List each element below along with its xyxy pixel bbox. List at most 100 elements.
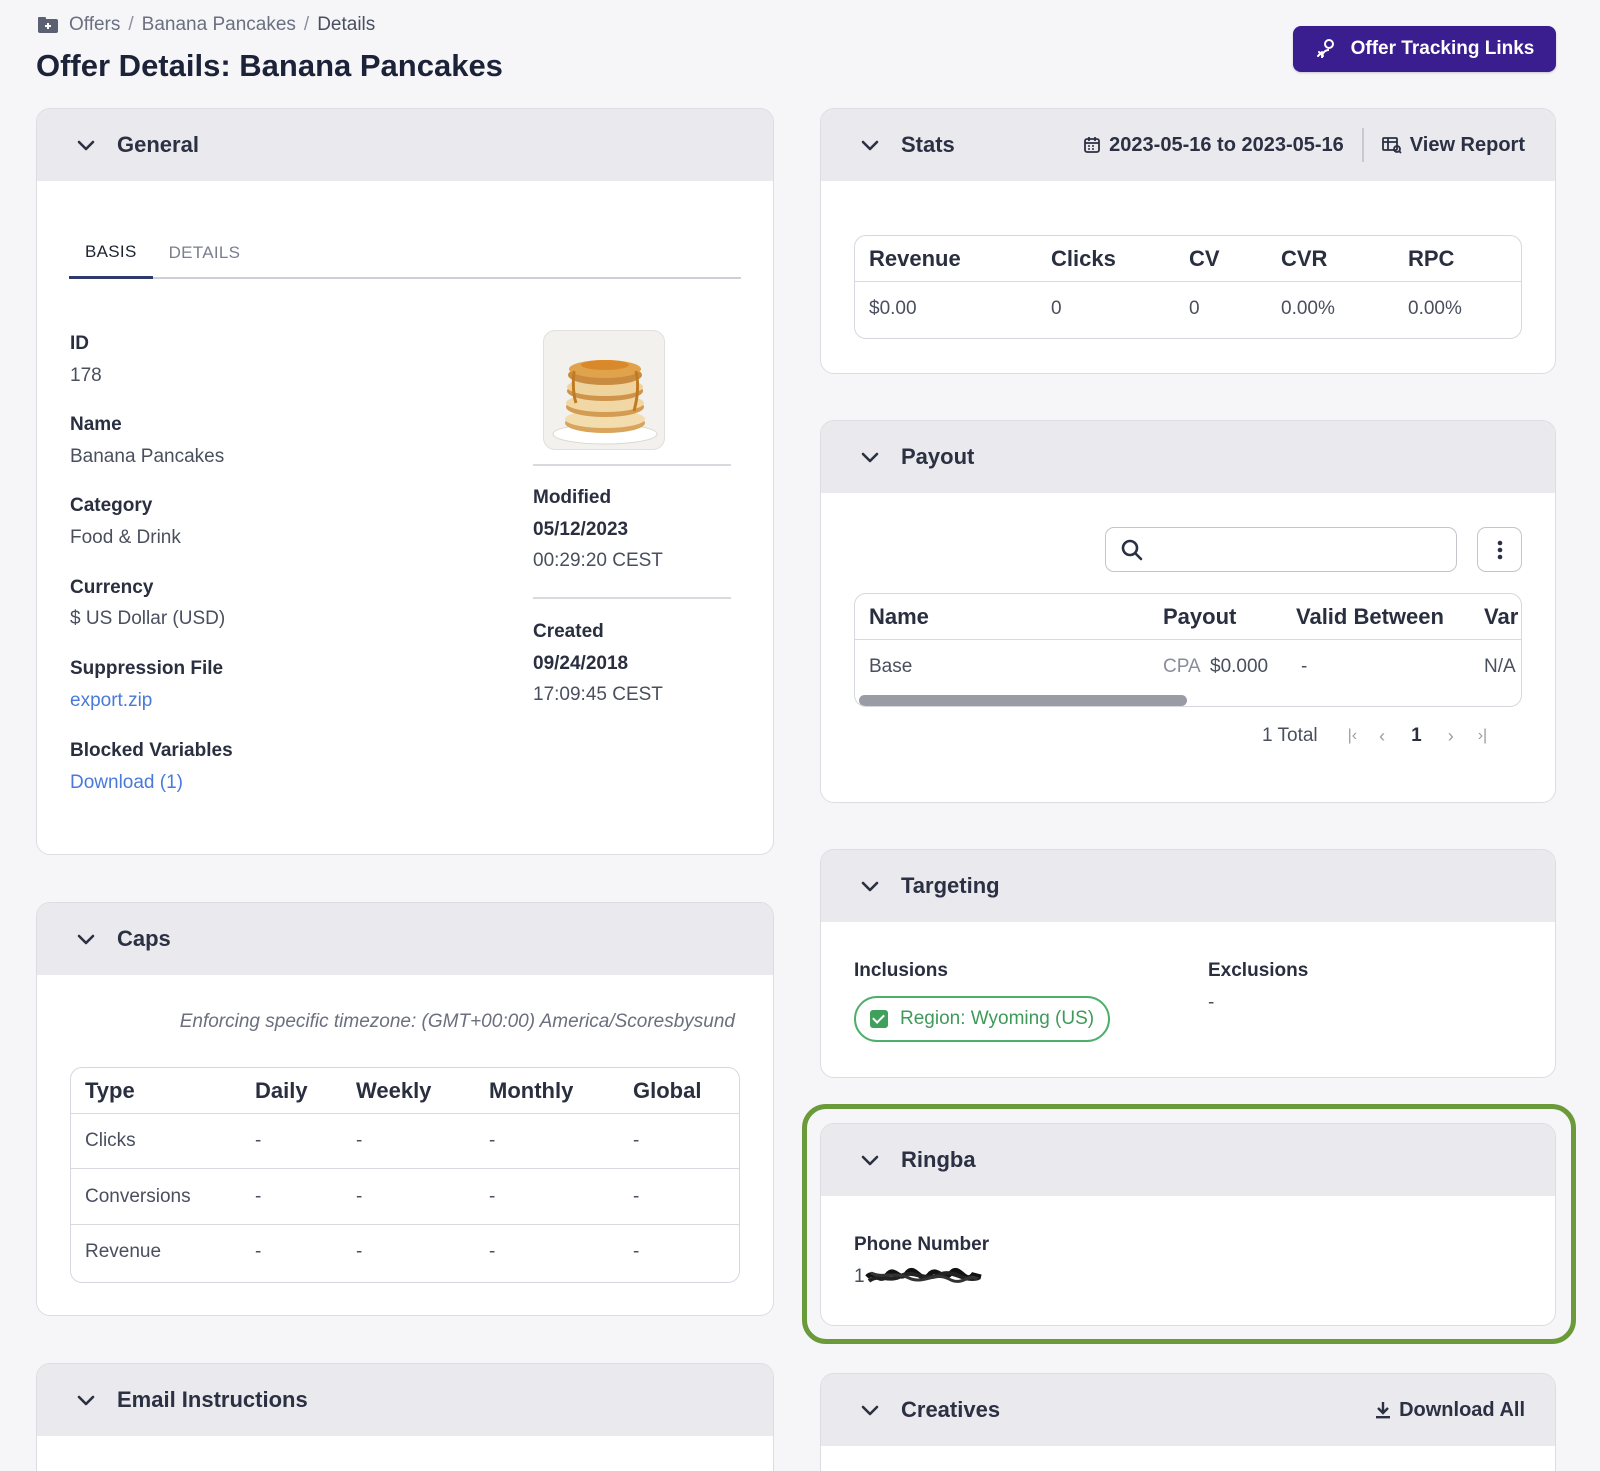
caps-header-monthly: Monthly: [489, 1078, 574, 1103]
general-card-header[interactable]: General: [37, 109, 773, 181]
breadcrumb: Offers / Banana Pancakes / Details: [37, 12, 375, 38]
created-time: 17:09:45 CEST: [533, 684, 663, 705]
chevron-down-icon: [77, 140, 95, 151]
general-tabs: BASIS DETAILS: [69, 227, 741, 279]
email-instructions-card-title: Email Instructions: [117, 1387, 308, 1412]
first-page-icon[interactable]: |‹: [1348, 727, 1357, 745]
tab-details[interactable]: DETAILS: [153, 227, 257, 279]
breadcrumb-separator: /: [128, 14, 134, 35]
breadcrumb-offers[interactable]: Offers: [69, 14, 120, 36]
stats-value-revenue: $0.00: [869, 298, 917, 319]
divider: [71, 1224, 739, 1225]
payout-table-scrollbar[interactable]: [859, 695, 1187, 706]
divider: [71, 1168, 739, 1169]
payout-row-valid: -: [1301, 656, 1308, 677]
payout-table: Name Payout Valid Between Var Base CPA $…: [854, 593, 1522, 707]
suppression-file-link[interactable]: export.zip: [70, 690, 152, 712]
targeting-card-header[interactable]: Targeting: [821, 850, 1555, 922]
view-report-button[interactable]: View Report: [1381, 134, 1525, 157]
link-user-icon: [1316, 39, 1334, 59]
offer-tracking-links-button[interactable]: Offer Tracking Links: [1293, 26, 1556, 72]
name-value: Banana Pancakes: [70, 446, 225, 467]
chevron-down-icon: [861, 140, 879, 151]
creatives-card-header[interactable]: Creatives Download All: [821, 1374, 1555, 1446]
pancake-stack-image: [552, 360, 658, 445]
caps-card-title: Caps: [117, 926, 171, 951]
stats-date-range[interactable]: 2023-05-16 to 2023-05-16: [1083, 134, 1344, 157]
exclusions-value: -: [1208, 992, 1215, 1013]
payout-search-input[interactable]: [1105, 527, 1457, 572]
caps-cell: -: [489, 1241, 496, 1262]
name-label: Name: [70, 414, 122, 435]
blocked-variables-download-link[interactable]: Download (1): [70, 772, 183, 794]
created-label: Created: [533, 621, 604, 642]
offers-folder-icon: [38, 17, 58, 33]
current-page[interactable]: 1: [1411, 725, 1422, 747]
payout-header-valid-between: Valid Between: [1296, 604, 1444, 629]
report-table-icon: [1381, 137, 1402, 154]
category-label: Category: [70, 495, 153, 516]
redacted-scribble-icon: [864, 1268, 982, 1283]
stats-card-header[interactable]: Stats 2023-05-16 to 2023-05-16 View Repo…: [821, 109, 1555, 181]
chevron-down-icon: [861, 881, 879, 892]
payout-row-type: CPA: [1163, 656, 1201, 677]
creatives-card-title: Creatives: [901, 1397, 1001, 1422]
breadcrumb-banana-pancakes[interactable]: Banana Pancakes: [142, 14, 296, 36]
stats-value-clicks: 0: [1051, 298, 1062, 319]
caps-cell: -: [489, 1130, 496, 1151]
modified-label: Modified: [533, 487, 612, 508]
tab-basis[interactable]: BASIS: [69, 227, 153, 279]
divider: [1361, 128, 1364, 162]
caps-card: Caps Enforcing specific timezone: (GMT+0…: [36, 902, 774, 1316]
targeting-card: Targeting Inclusions Region: Wyoming (US…: [820, 849, 1556, 1078]
payout-header-var: Var: [1484, 604, 1519, 629]
caps-header-global: Global: [633, 1078, 702, 1103]
download-icon: [1376, 1402, 1391, 1419]
blocked-variables-label: Blocked Variables: [70, 740, 233, 761]
caps-cell: -: [255, 1241, 262, 1262]
timezone-note: Enforcing specific timezone: (GMT+00:00)…: [179, 1011, 735, 1032]
download-all-label: Download All: [1399, 1398, 1525, 1421]
check-icon: [870, 1010, 888, 1028]
general-card: General BASIS DETAILS ID 178 Name Banana…: [36, 108, 774, 855]
divider: [533, 597, 731, 599]
stats-card-title: Stats: [901, 132, 955, 157]
divider: [855, 281, 1521, 282]
caps-cell: -: [633, 1241, 640, 1262]
category-value: Food & Drink: [70, 527, 181, 548]
payout-card: Payout Name Payout Valid Between Var Bas…: [820, 420, 1556, 803]
breadcrumb-details: Details: [317, 14, 376, 35]
stats-value-cv: 0: [1189, 298, 1200, 319]
chevron-down-icon: [861, 452, 879, 463]
caps-card-header[interactable]: Caps: [37, 903, 773, 975]
caps-cell: -: [633, 1130, 640, 1151]
offer-thumbnail: [543, 330, 665, 450]
stats-table: Revenue Clicks CV CVR RPC $0.00 0 0 0.00…: [854, 235, 1522, 339]
caps-cell: -: [356, 1186, 363, 1207]
prev-page-icon[interactable]: ‹: [1379, 726, 1385, 747]
inclusion-region-pill[interactable]: Region: Wyoming (US): [854, 996, 1111, 1042]
caps-cell: -: [633, 1186, 640, 1207]
caps-header-type: Type: [85, 1078, 135, 1103]
payout-more-options-button[interactable]: [1477, 527, 1522, 572]
kebab-menu-icon: [1497, 540, 1502, 559]
download-all-button[interactable]: Download All: [1375, 1399, 1555, 1422]
last-page-icon[interactable]: ›|: [1478, 727, 1487, 745]
payout-card-header[interactable]: Payout: [821, 421, 1555, 493]
stats-card: Stats 2023-05-16 to 2023-05-16 View Repo…: [820, 108, 1556, 374]
stats-header-rpc: RPC: [1408, 246, 1455, 271]
divider: [533, 464, 731, 466]
stats-date-range-label: 2023-05-16 to 2023-05-16: [1109, 133, 1344, 156]
payout-row-name: Base: [869, 656, 913, 677]
caps-header-weekly: Weekly: [356, 1078, 432, 1103]
modified-date: 05/12/2023: [533, 519, 629, 540]
ringba-card: Ringba Phone Number 1: [820, 1123, 1556, 1326]
ringba-card-header[interactable]: Ringba: [821, 1124, 1555, 1196]
currency-value: $ US Dollar (USD): [70, 608, 226, 629]
caps-header-daily: Daily: [255, 1078, 308, 1103]
next-page-icon[interactable]: ›: [1448, 726, 1454, 747]
caps-cell: -: [356, 1241, 363, 1262]
stats-header-cvr: CVR: [1281, 246, 1328, 271]
payout-header-payout: Payout: [1163, 604, 1237, 629]
email-instructions-card-header[interactable]: Email Instructions: [37, 1364, 773, 1436]
